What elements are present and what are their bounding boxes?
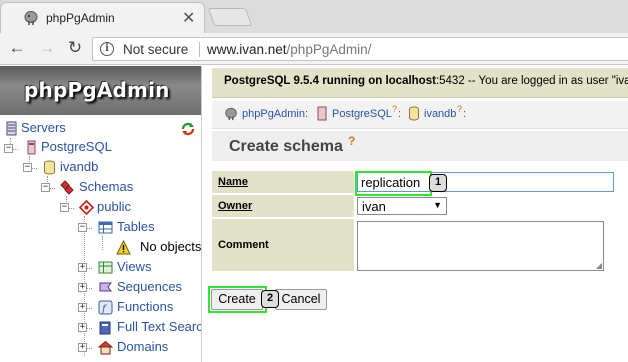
new-tab-button[interactable]	[207, 8, 253, 26]
url-host: www.ivan.net	[207, 42, 287, 57]
server-version: PostgreSQL 9.5.4 running on localhost	[224, 75, 436, 87]
chevron-down-icon: ▼	[433, 200, 442, 210]
refresh-icon[interactable]	[180, 121, 196, 137]
tree-label-domains[interactable]: Domains	[117, 339, 168, 354]
database-icon	[409, 106, 419, 121]
page-title: Create schema	[229, 138, 343, 155]
database-help-link[interactable]: ?	[457, 104, 462, 114]
name-label: Name	[218, 176, 248, 188]
domains-icon	[98, 340, 113, 355]
browser-tab[interactable]: phpPgAdmin ✕	[0, 2, 205, 33]
cancel-button[interactable]: Cancel	[275, 289, 327, 310]
resize-grip-icon[interactable]: ◢	[596, 261, 602, 270]
main-content-frame: PostgreSQL 9.5.4 running on localhost:54…	[208, 66, 628, 362]
tree-label-tables[interactable]: Tables	[117, 219, 155, 234]
app-logo: phpPgAdmin	[24, 78, 170, 102]
views-icon	[98, 261, 113, 274]
tree-label-no-objects: No objects	[140, 239, 202, 254]
login-info: :5432 -- You are logged in as user "ivan…	[435, 75, 628, 87]
warning-icon	[116, 240, 131, 255]
tree-label-schema[interactable]: public	[97, 199, 131, 214]
forward-arrow-icon[interactable]: →	[36, 37, 58, 59]
sidebar-tree-frame: phpPgAdmin Servers − PostgreSQL − ivandb…	[0, 66, 202, 362]
breadcrumb-database[interactable]: ivandb	[424, 108, 456, 120]
create-highlight-box	[208, 286, 267, 313]
back-arrow-icon[interactable]: ←	[6, 37, 28, 59]
form-row-owner: Owner ivan ▼	[212, 195, 628, 217]
database-icon	[44, 160, 55, 175]
name-label-cell: Name	[212, 171, 354, 193]
breadcrumb: phpPgAdmin: PostgreSQL ? : ivandb ? :	[212, 101, 628, 129]
browser-toolbar: ← → ↻ i Not secure www.ivan.net/phpPgAdm…	[0, 33, 628, 65]
tree-item-fts[interactable]: Full Text Search	[0, 318, 201, 338]
owner-select[interactable]: ivan ▼	[357, 197, 447, 215]
tree-item-sequences[interactable]: Sequences	[0, 278, 200, 298]
breadcrumb-separator: :	[398, 108, 402, 120]
tree-label-database[interactable]: ivandb	[60, 159, 98, 174]
address-bar[interactable]: i Not secure www.ivan.net/phpPgAdmin/	[92, 37, 628, 61]
browser-tab-strip: phpPgAdmin ✕	[0, 0, 628, 33]
url-path: /phpPgAdmin/	[286, 42, 372, 57]
functions-icon: f	[98, 300, 113, 315]
elephant-favicon-icon	[24, 11, 38, 25]
tables-icon	[98, 221, 113, 234]
info-icon[interactable]: i	[100, 42, 114, 56]
page-header: Create schema ?	[212, 131, 628, 161]
tab-title: phpPgAdmin	[46, 11, 115, 25]
security-label[interactable]: Not secure	[123, 42, 188, 57]
owner-label-cell: Owner	[212, 195, 354, 217]
server-info-text: PostgreSQL 9.5.4 running on localhost:54…	[224, 75, 628, 87]
breadcrumb-separator: :	[463, 108, 467, 120]
tree-item-servers[interactable]: Servers	[0, 119, 200, 139]
tree-label-views[interactable]: Views	[117, 259, 151, 274]
breadcrumb-root[interactable]: phpPgAdmin:	[242, 108, 308, 120]
tree-label-schemas[interactable]: Schemas	[79, 179, 133, 194]
schema-icon	[79, 200, 94, 215]
name-highlight-box	[355, 171, 432, 196]
elephant-icon	[225, 107, 237, 121]
book-icon	[99, 321, 111, 335]
step-badge-1: 1	[429, 174, 447, 192]
tree-item-functions[interactable]: f Functions	[0, 298, 200, 318]
omnibox-divider	[199, 42, 200, 57]
breadcrumb-server[interactable]: PostgreSQL	[332, 108, 392, 120]
tree-item-database[interactable]: ivandb	[0, 158, 200, 178]
page-help-link[interactable]: ?	[348, 134, 355, 148]
url-text[interactable]: www.ivan.net/phpPgAdmin/	[207, 42, 371, 57]
comment-label: Comment	[218, 239, 269, 251]
logo-banner: phpPgAdmin	[0, 66, 201, 115]
tree-item-tables[interactable]: Tables	[0, 218, 200, 238]
tree-item-schema-public[interactable]: public	[0, 198, 200, 218]
tree-label-server[interactable]: PostgreSQL	[41, 139, 112, 154]
tree-item-domains[interactable]: Domains	[0, 338, 200, 358]
reload-icon[interactable]: ↻	[64, 37, 86, 59]
server-icon	[317, 106, 327, 121]
database-server-icon	[27, 140, 36, 155]
tree-label-functions[interactable]: Functions	[117, 299, 173, 314]
tree-label-fts[interactable]: Full Text Search	[117, 319, 201, 334]
server-info-bar: PostgreSQL 9.5.4 running on localhost:54…	[212, 68, 628, 98]
tree-label-servers[interactable]: Servers	[21, 120, 66, 135]
form-row-comment: Comment ◢	[212, 219, 628, 271]
tab-close-icon[interactable]: ✕	[182, 8, 195, 28]
tree-item-schemas[interactable]: Schemas	[0, 178, 200, 198]
tree-item-views[interactable]: Views	[0, 258, 200, 278]
sequences-icon	[99, 282, 112, 292]
owner-label: Owner	[218, 200, 253, 212]
schemas-icon	[60, 180, 74, 195]
servers-icon	[6, 121, 17, 136]
server-help-link[interactable]: ?	[392, 104, 397, 114]
tree-label-sequences[interactable]: Sequences	[117, 279, 182, 294]
comment-label-cell: Comment	[212, 219, 354, 271]
tree-item-server[interactable]: PostgreSQL	[0, 138, 200, 158]
owner-select-value: ivan	[362, 199, 386, 214]
step-badge-2: 2	[261, 290, 279, 308]
comment-textarea[interactable]: ◢	[357, 221, 604, 271]
tree-item-empty: No objects	[0, 238, 202, 258]
